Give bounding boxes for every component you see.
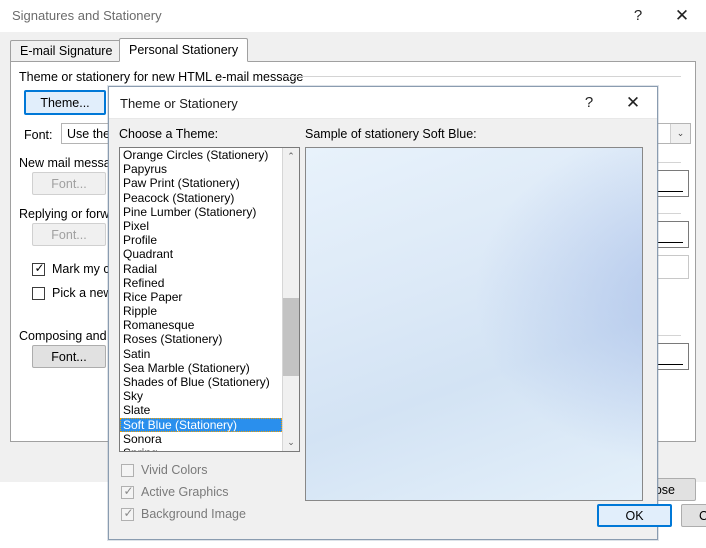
composing-label: Composing and re (19, 329, 122, 343)
background-image-checkbox-row[interactable]: Background Image (121, 506, 246, 521)
list-item[interactable]: Spring (120, 446, 282, 451)
scrollbar-thumb[interactable] (283, 298, 299, 376)
background-image-checkbox[interactable] (121, 506, 135, 521)
composing-font-button[interactable]: Font... (32, 345, 106, 368)
child-help-icon[interactable]: ? (567, 87, 611, 118)
theme-listbox[interactable]: Orange Circles (Stationery) Papyrus Paw Pr… (119, 147, 300, 452)
active-graphics-label: Active Graphics (141, 485, 229, 499)
help-icon[interactable]: ? (616, 0, 660, 31)
tabstrip: E-mail Signature Personal Stationery (10, 38, 698, 62)
list-item[interactable]: Refined (120, 276, 282, 290)
pick-color-checkbox[interactable] (32, 286, 45, 300)
sample-label: Sample of stationery Soft Blue: (305, 127, 477, 141)
vivid-colors-checkbox-row[interactable]: Vivid Colors (121, 463, 207, 477)
theme-group-label: Theme or stationery for new HTML e-mail … (19, 70, 304, 84)
group-divider (281, 76, 681, 77)
cancel-button[interactable]: Cancel (681, 504, 706, 527)
list-item[interactable]: Slate (120, 403, 282, 417)
list-item[interactable]: Ripple (120, 304, 282, 318)
theme-list-scrollbar[interactable]: ⌃ ⌄ (282, 148, 299, 451)
active-graphics-checkbox-row[interactable]: Active Graphics (121, 484, 229, 499)
reply-label: Replying or forwa (19, 207, 117, 221)
list-item[interactable]: Sky (120, 389, 282, 403)
tab-personal-stationery[interactable]: Personal Stationery (119, 38, 249, 62)
scroll-down-icon[interactable]: ⌄ (283, 434, 299, 451)
child-titlebar: Theme or Stationery ? ✕ (109, 87, 657, 119)
child-body: Choose a Theme: Sample of stationery Sof… (109, 119, 706, 539)
background-image-label: Background Image (141, 507, 246, 521)
list-item[interactable]: Quadrant (120, 247, 282, 261)
tab-personal-stationery-label: Personal Stationery (129, 43, 239, 57)
ok-button[interactable]: OK (597, 504, 672, 527)
list-item[interactable]: Sonora (120, 432, 282, 446)
vivid-colors-checkbox[interactable] (121, 463, 134, 477)
list-item[interactable]: Profile (120, 233, 282, 247)
parent-title: Signatures and Stationery (12, 8, 162, 23)
close-icon[interactable]: ✕ (660, 0, 704, 31)
list-item[interactable]: Sea Marble (Stationery) (120, 361, 282, 375)
list-item[interactable]: Soft Blue (Stationery) (120, 417, 282, 432)
mark-comments-checkbox[interactable] (32, 261, 46, 276)
tab-email-signature[interactable]: E-mail Signature (10, 40, 123, 62)
child-title: Theme or Stationery (120, 96, 238, 111)
list-item[interactable]: Papyrus (120, 162, 282, 176)
theme-button[interactable]: Theme... (24, 90, 106, 115)
list-item[interactable]: Satin (120, 347, 282, 361)
list-item[interactable]: Shades of Blue (Stationery) (120, 375, 282, 389)
reply-font-button[interactable]: Font... (32, 223, 106, 246)
active-graphics-checkbox[interactable] (121, 484, 135, 499)
list-item[interactable]: Romanesque (120, 318, 282, 332)
vivid-colors-label: Vivid Colors (141, 463, 208, 477)
list-item[interactable]: Roses (Stationery) (120, 332, 282, 346)
list-item[interactable]: Pixel (120, 219, 282, 233)
new-mail-font-button[interactable]: Font... (32, 172, 106, 195)
list-item[interactable]: Pine Lumber (Stationery) (120, 205, 282, 219)
list-item[interactable]: Orange Circles (Stationery) (120, 148, 282, 162)
theme-list[interactable]: Orange Circles (Stationery) Papyrus Paw Pr… (120, 148, 282, 451)
font-label: Font: (24, 128, 53, 142)
chevron-down-icon[interactable]: ⌄ (670, 124, 690, 143)
choose-theme-label: Choose a Theme: (119, 127, 219, 141)
list-item[interactable]: Peacock (Stationery) (120, 191, 282, 205)
list-item[interactable]: Radial (120, 262, 282, 276)
parent-titlebar: Signatures and Stationery ? ✕ (0, 0, 706, 32)
screen: Signatures and Stationery ? ✕ E-mail Sig… (0, 0, 706, 548)
list-item[interactable]: Paw Print (Stationery) (120, 176, 282, 190)
stationery-sample-preview (305, 147, 643, 501)
list-item[interactable]: Rice Paper (120, 290, 282, 304)
theme-or-stationery-dialog: Theme or Stationery ? ✕ Choose a Theme: … (108, 86, 706, 540)
child-close-icon[interactable]: ✕ (611, 87, 655, 118)
scroll-up-icon[interactable]: ⌃ (283, 148, 299, 165)
tab-email-signature-label: E-mail Signature (20, 44, 113, 58)
